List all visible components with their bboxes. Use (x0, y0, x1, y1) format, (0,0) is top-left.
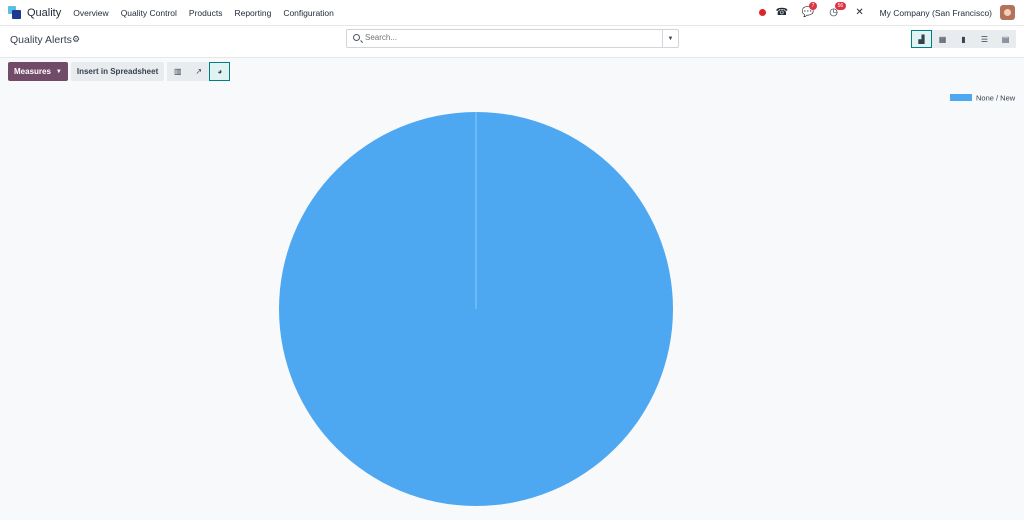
graph-view-button[interactable]: ▟ (911, 30, 932, 48)
quality-app-icon[interactable] (8, 6, 21, 19)
app-name[interactable]: Quality (27, 7, 61, 19)
menu-configuration[interactable]: Configuration (283, 8, 334, 18)
phone-icon[interactable]: ☎ (776, 7, 788, 18)
insert-spreadsheet-button[interactable]: Insert in Spreadsheet (70, 62, 165, 81)
caret-down-icon: ▼ (55, 68, 62, 75)
recording-indicator[interactable] (758, 9, 766, 16)
company-switcher[interactable]: My Company (San Francisco) (880, 8, 992, 18)
legend-swatch-0[interactable] (950, 94, 972, 101)
user-avatar[interactable] (1000, 5, 1015, 20)
activities-badge: 56 (834, 2, 847, 10)
pivot-view-button[interactable]: ▦ (932, 30, 953, 48)
list-view-button[interactable]: ☰ (974, 30, 995, 48)
legend-label-0[interactable]: None / New (976, 94, 1016, 103)
top-navbar: Quality Overview Quality Control Product… (0, 0, 1024, 26)
page-title: Quality Alerts (10, 34, 72, 46)
chat-icon[interactable]: 💬 7 (802, 2, 818, 18)
menu-products[interactable]: Products (189, 8, 223, 18)
messages-badge: 7 (808, 2, 818, 10)
pie-chart-icon[interactable]: ◕ (209, 62, 231, 81)
chart-type-group: ▥ ↗ ◕ (167, 62, 231, 81)
menu-reporting[interactable]: Reporting (234, 8, 271, 18)
gear-icon[interactable]: ⚙ (72, 34, 80, 45)
control-panel: Quality Alerts ⚙ ▼ ▟ ▦ ▮ ☰ ▤ (0, 26, 1024, 58)
search-options-toggle[interactable]: ▼ (662, 30, 678, 47)
graph-toolbar: Measures ▼ Insert in Spreadsheet ▥ ↗ ◕ (8, 62, 231, 81)
tools-icon[interactable]: ✕ (854, 7, 866, 18)
calendar-view-button[interactable]: ▤ (995, 30, 1016, 48)
pie-slices (279, 112, 673, 506)
chart-legend: None / New (950, 94, 1016, 103)
bar-chart-icon[interactable]: ▥ (167, 62, 189, 81)
search-icon (353, 34, 360, 41)
line-chart-icon[interactable]: ↗ (188, 62, 210, 81)
view-switcher: ▟ ▦ ▮ ☰ ▤ (911, 30, 1016, 48)
search-input[interactable] (365, 33, 655, 42)
measures-button[interactable]: Measures ▼ (8, 62, 68, 81)
measures-label: Measures (14, 67, 51, 76)
search-bar[interactable]: ▼ (346, 29, 679, 48)
kanban-view-button[interactable]: ▮ (953, 30, 974, 48)
pie-chart: None / New (279, 94, 1016, 506)
menu-quality-control[interactable]: Quality Control (121, 8, 177, 18)
clock-icon[interactable]: ◷ 56 (828, 2, 847, 18)
menu-overview[interactable]: Overview (73, 8, 108, 18)
